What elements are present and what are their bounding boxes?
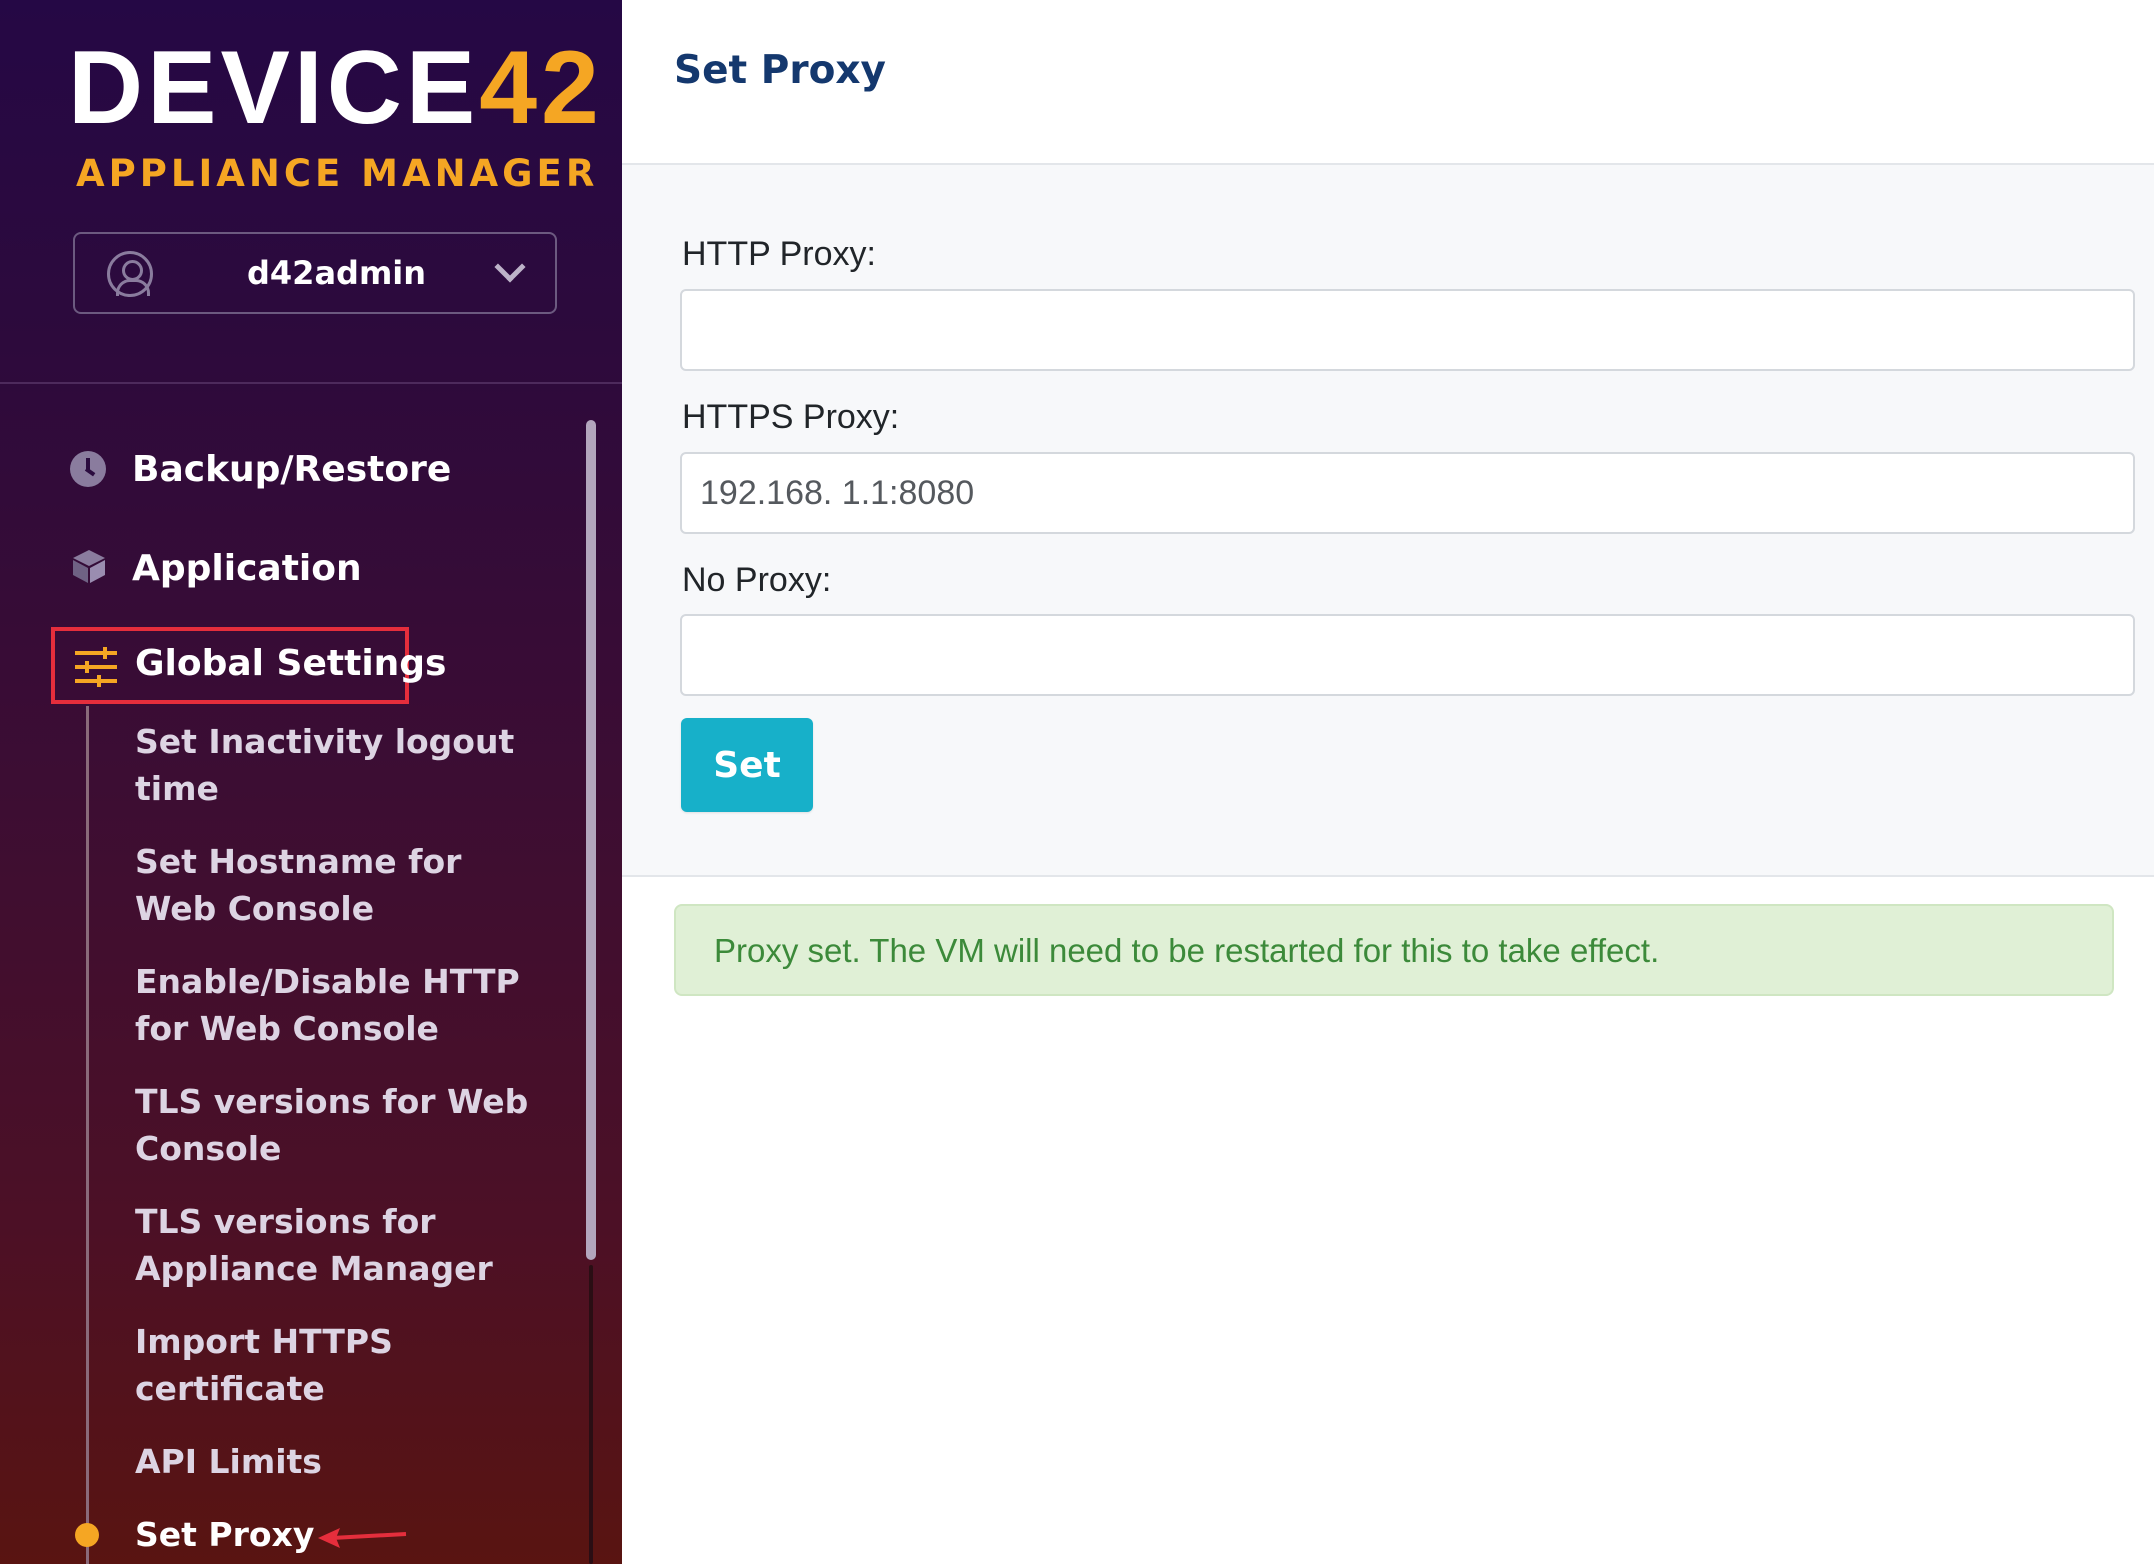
arrow-left-icon (318, 1528, 407, 1548)
page-title: Set Proxy (674, 48, 886, 93)
submenu-item-api-limits[interactable]: API Limits (135, 1438, 535, 1485)
sidebar-scrollbar[interactable] (586, 420, 596, 1260)
https-proxy-input[interactable] (680, 452, 2135, 534)
success-alert: Proxy set. The VM will need to be restar… (674, 904, 2114, 996)
logo-text: DEVICE (68, 30, 480, 146)
sidebar-scroll-track (589, 1265, 593, 1564)
https-proxy-label: HTTPS Proxy: (682, 398, 900, 436)
submenu-item-http-toggle[interactable]: Enable/Disable HTTP for Web Console (135, 958, 535, 1052)
device42-logo[interactable]: DEVICE42 (68, 36, 599, 140)
submenu-item-tls-web-console[interactable]: TLS versions for Web Console (135, 1078, 535, 1172)
submenu-tree-line (86, 706, 89, 1564)
proxy-form: HTTP Proxy: HTTPS Proxy: No Proxy: Set (622, 163, 2154, 877)
username: d42admin (247, 254, 427, 292)
box-icon (70, 547, 108, 590)
submenu-item-inactivity-logout[interactable]: Set Inactivity logout time (135, 718, 535, 812)
clock-icon (70, 451, 106, 487)
no-proxy-label: No Proxy: (682, 561, 832, 599)
user-circle-icon (107, 251, 153, 297)
nav-label: Application (132, 547, 362, 589)
main-content: Set Proxy HTTP Proxy: HTTPS Proxy: No Pr… (622, 0, 2154, 1564)
app-subtitle: APPLIANCE MANAGER (76, 152, 599, 195)
submenu-item-hostname[interactable]: Set Hostname for Web Console (135, 838, 535, 932)
user-dropdown[interactable]: d42admin (73, 232, 557, 314)
submenu-item-import-https-cert[interactable]: Import HTTPS certificate (135, 1318, 535, 1412)
set-button[interactable]: Set (681, 718, 813, 812)
chevron-down-icon (494, 251, 526, 283)
sliders-icon (75, 647, 117, 687)
logo-number: 42 (479, 30, 603, 146)
nav-label: Backup/Restore (132, 448, 452, 490)
nav-label: Global Settings (135, 643, 447, 684)
nav-item-global-settings[interactable]: Global Settings (51, 627, 446, 704)
alert-message: Proxy set. The VM will need to be restar… (714, 932, 1660, 969)
sidebar-divider (0, 382, 622, 384)
no-proxy-input[interactable] (680, 614, 2135, 696)
http-proxy-label: HTTP Proxy: (682, 235, 876, 273)
sidebar: DEVICE42 APPLIANCE MANAGER d42admin Back… (0, 0, 622, 1564)
active-indicator-dot (75, 1523, 99, 1547)
submenu-item-tls-appliance-manager[interactable]: TLS versions for Appliance Manager (135, 1198, 535, 1292)
nav-item-backup-restore[interactable]: Backup/Restore (70, 439, 451, 499)
http-proxy-input[interactable] (680, 289, 2135, 371)
nav-item-application[interactable]: Application (70, 538, 362, 598)
